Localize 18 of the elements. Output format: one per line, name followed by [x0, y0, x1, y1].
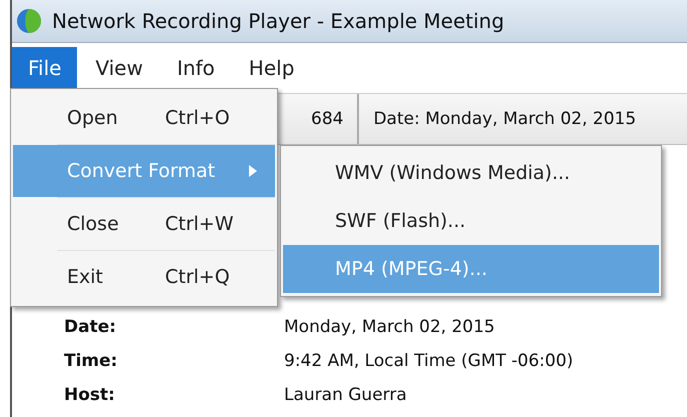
menu-option[interactable]: SWF (Flash)...	[283, 197, 659, 245]
detail-value: Monday, March 02, 2015	[284, 317, 496, 337]
menu-option[interactable]: Open Ctrl+O	[13, 92, 275, 144]
window-title: Network Recording Player - Example Meeting	[52, 9, 504, 33]
globe-icon	[16, 8, 42, 34]
detail-label: Host:	[64, 385, 116, 405]
menu-option[interactable]: Close Ctrl+W	[13, 198, 275, 250]
detail-label: Time:	[64, 351, 118, 371]
detail-label: Date:	[64, 317, 118, 337]
menu-item[interactable]: View	[79, 47, 159, 89]
menu-item[interactable]: File	[12, 47, 78, 89]
menu-item[interactable]: Help	[232, 47, 310, 89]
menu-option[interactable]: Exit Ctrl+Q	[13, 251, 275, 303]
menu-option[interactable]: WMV (Windows Media)...	[283, 149, 659, 197]
detail-value: 9:42 AM, Local Time (GMT -06:00)	[284, 351, 574, 371]
info-field: Date: Monday, March 02, 2015	[359, 94, 650, 144]
menu-item[interactable]: Info	[160, 47, 231, 89]
detail-value: Lauran Guerra	[284, 385, 408, 405]
